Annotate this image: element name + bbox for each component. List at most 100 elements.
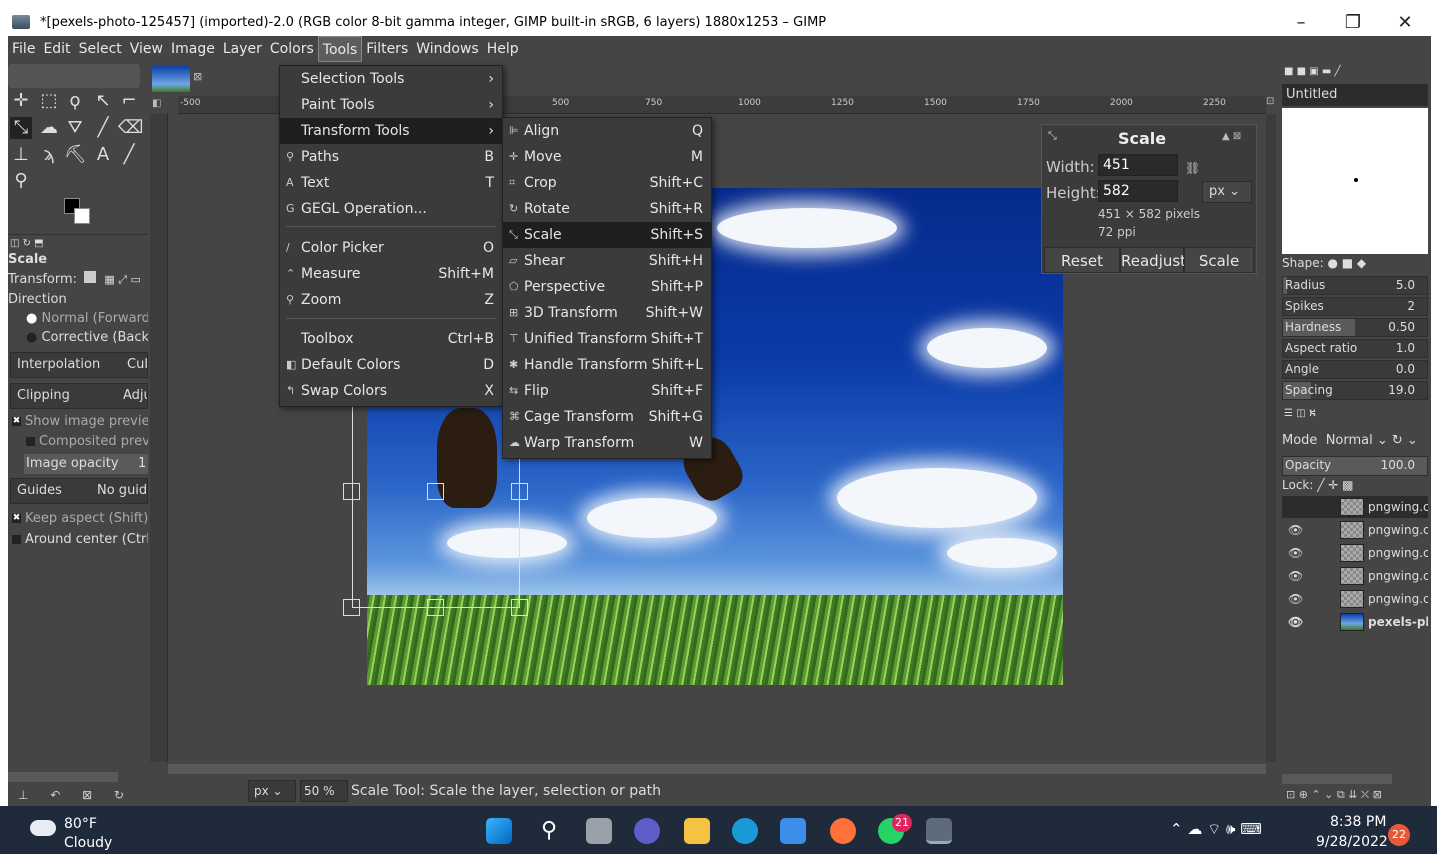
chain-link-icon[interactable]: ⛓ xyxy=(1185,161,1200,175)
menu-item-zoom[interactable]: ⚲ Zoom Z xyxy=(280,287,502,313)
paintbrush-tool-icon[interactable]: ╱ xyxy=(92,117,114,139)
menu-item-crop[interactable]: ⌗ Crop Shift+C xyxy=(503,170,711,196)
menu-item-default-colors[interactable]: ◧ Default Colors D xyxy=(280,352,502,378)
transform-handle[interactable] xyxy=(511,483,528,500)
task-view-icon[interactable] xyxy=(586,818,612,844)
menu-item-gegl-operation[interactable]: G GEGL Operation... xyxy=(280,196,502,222)
readjust-button[interactable]: Readjust xyxy=(1120,247,1186,273)
scale-tool-icon[interactable]: ⤡ xyxy=(10,117,32,139)
color-picker-tool-icon[interactable]: ╱ xyxy=(118,144,140,166)
menu-colors[interactable]: Colors xyxy=(266,36,318,62)
scale-button[interactable]: Scale xyxy=(1184,247,1254,273)
paths-tool-icon[interactable]: ϡ xyxy=(38,144,60,166)
show-preview-checkbox[interactable]: ✖ Show image preview xyxy=(8,414,148,429)
weather-temperature[interactable]: 80°F xyxy=(64,816,97,832)
clone-tool-icon[interactable]: ⊥ xyxy=(10,144,32,166)
system-tray-icons[interactable]: ⌃ ☁ ⌔ 🕪 ⌨ xyxy=(1170,820,1262,839)
menu-item-warp-transform[interactable]: ☁ Warp Transform W xyxy=(503,430,711,456)
transform-handle[interactable] xyxy=(343,483,360,500)
menu-item-move[interactable]: ✛ Move M xyxy=(503,144,711,170)
menu-item-flip[interactable]: ⇆ Flip Shift+F xyxy=(503,378,711,404)
direction-normal-radio[interactable]: ● Normal (Forward) xyxy=(26,311,148,326)
smudge-tool-icon[interactable]: ⛏ xyxy=(64,144,87,166)
layer-opacity-slider[interactable]: Opacity 100.0 xyxy=(1282,456,1428,476)
layer-row[interactable]: pngwing.cc xyxy=(1282,496,1428,518)
transform-handle[interactable] xyxy=(343,599,360,616)
transform-selection-icon[interactable]: ▦ ⤢ ▭ xyxy=(104,273,141,286)
crop-tool-icon[interactable]: ⌐ xyxy=(118,90,140,112)
hardness-slider[interactable]: Hardness 0.50 xyxy=(1282,318,1428,337)
minimize-button[interactable]: – xyxy=(1275,8,1327,36)
menu-item-selection-tools[interactable]: Selection Tools › xyxy=(280,66,502,92)
warp-tool-icon[interactable]: ☁ xyxy=(38,117,60,139)
eye-icon[interactable]: 👁 xyxy=(1288,542,1303,564)
composited-preview-checkbox[interactable]: Composited preview xyxy=(22,434,148,449)
menu-item-perspective[interactable]: ⬠ Perspective Shift+P xyxy=(503,274,711,300)
layers-tab-icons[interactable]: ☰ ◫ ⛕ xyxy=(1284,408,1316,421)
menu-item-cage-transform[interactable]: ⌘ Cage Transform Shift+G xyxy=(503,404,711,430)
layer-row[interactable]: 👁pngwing.cc xyxy=(1282,565,1428,587)
transform-handle[interactable] xyxy=(427,483,444,500)
cloud-weather-icon[interactable] xyxy=(30,820,56,836)
teams-chat-icon[interactable] xyxy=(634,818,660,844)
brush-preview[interactable] xyxy=(1282,108,1428,254)
zoom-tool-icon[interactable]: ⚲ xyxy=(10,170,32,192)
lasso-tool-icon[interactable]: ϙ xyxy=(64,90,86,112)
reset-button[interactable]: Reset xyxy=(1044,247,1120,273)
menu-item-toolbox[interactable]: Toolbox Ctrl+B xyxy=(280,326,502,352)
horizontal-scrollbar[interactable] xyxy=(168,764,1266,774)
edge-browser-icon[interactable] xyxy=(732,818,758,844)
interpolation-select[interactable]: InterpolationCub xyxy=(10,352,148,378)
search-icon[interactable]: ⚲ xyxy=(536,818,562,844)
menu-item-shear[interactable]: ▱ Shear Shift+H xyxy=(503,248,711,274)
transform-frame[interactable] xyxy=(352,400,520,608)
menu-layer[interactable]: Layer xyxy=(219,36,266,62)
image-tab-thumbnail[interactable] xyxy=(152,66,190,92)
image-tab-close-icon[interactable]: ⊠ xyxy=(193,70,202,83)
menu-image[interactable]: Image xyxy=(167,36,219,62)
layer-row[interactable]: 👁pngwing.cc xyxy=(1282,588,1428,610)
menu-item-swap-colors[interactable]: ↰ Swap Colors X xyxy=(280,378,502,404)
height-input[interactable]: 582 xyxy=(1098,180,1178,202)
left-dock-scrollbar[interactable] xyxy=(8,772,118,782)
firefox-icon[interactable] xyxy=(830,818,856,844)
menu-edit[interactable]: Edit xyxy=(39,36,74,62)
menu-filters[interactable]: Filters xyxy=(362,36,412,62)
menu-select[interactable]: Select xyxy=(75,36,126,62)
menu-item-align[interactable]: ⊫ Align Q xyxy=(503,118,711,144)
eye-icon[interactable]: 👁 xyxy=(1288,588,1303,610)
layer-row[interactable]: 👁pngwing.cc xyxy=(1282,542,1428,564)
transform-handle[interactable] xyxy=(511,599,528,616)
menu-help[interactable]: Help xyxy=(483,36,523,62)
layer-mode-select[interactable]: Mode Normal ⌄ ↻ ⌄ xyxy=(1282,430,1428,452)
menu-item-paint-tools[interactable]: Paint Tools › xyxy=(280,92,502,118)
microsoft-store-icon[interactable] xyxy=(780,818,806,844)
restore-button[interactable]: ❐ xyxy=(1327,8,1379,36)
clipping-select[interactable]: ClippingAdju xyxy=(10,383,148,409)
text-tool-icon[interactable]: A xyxy=(92,144,114,166)
menu-windows[interactable]: Windows xyxy=(412,36,483,62)
keep-aspect-checkbox[interactable]: ✖ Keep aspect (Shift) xyxy=(8,511,148,526)
left-dock-bottom-buttons[interactable]: ⊥ ↶ ⊠ ↻ xyxy=(18,788,124,802)
fuzzy-select-tool-icon[interactable]: ↖ xyxy=(92,90,114,112)
vertical-scrollbar[interactable] xyxy=(1266,114,1276,762)
spacing-slider[interactable]: Spacing 19.0 xyxy=(1282,381,1428,400)
menu-tools[interactable]: Tools xyxy=(317,36,363,62)
image-opacity-slider[interactable]: Image opacity 1 xyxy=(24,454,148,474)
eye-icon[interactable]: 👁 xyxy=(1288,565,1303,587)
move-tool-icon[interactable]: ✛ xyxy=(10,90,32,112)
menu-item-unified-transform[interactable]: ⊤ Unified Transform Shift+T xyxy=(503,326,711,352)
menu-item-color-picker[interactable]: / Color Picker O xyxy=(280,235,502,261)
unit-select[interactable]: px ⌄ xyxy=(1202,181,1252,203)
weather-condition[interactable]: Cloudy xyxy=(64,835,112,851)
aspect-ratio-slider[interactable]: Aspect ratio 1.0 xyxy=(1282,339,1428,358)
direction-corrective-radio[interactable]: ● Corrective (Backwa xyxy=(26,330,148,345)
brushes-tab-icons[interactable]: ■ ■ ▣ ▬ ╱ xyxy=(1284,66,1341,77)
clock-time[interactable]: 8:38 PM xyxy=(1330,814,1386,830)
dialog-pin-icon[interactable]: ▲ ⊠ xyxy=(1222,131,1241,142)
layers-scrollbar[interactable] xyxy=(1282,774,1392,784)
clock-date[interactable]: 9/28/2022 xyxy=(1316,834,1388,850)
transform-handle[interactable] xyxy=(427,599,444,616)
angle-slider[interactable]: Angle 0.0 xyxy=(1282,360,1428,379)
menu-item-text[interactable]: A Text T xyxy=(280,170,502,196)
